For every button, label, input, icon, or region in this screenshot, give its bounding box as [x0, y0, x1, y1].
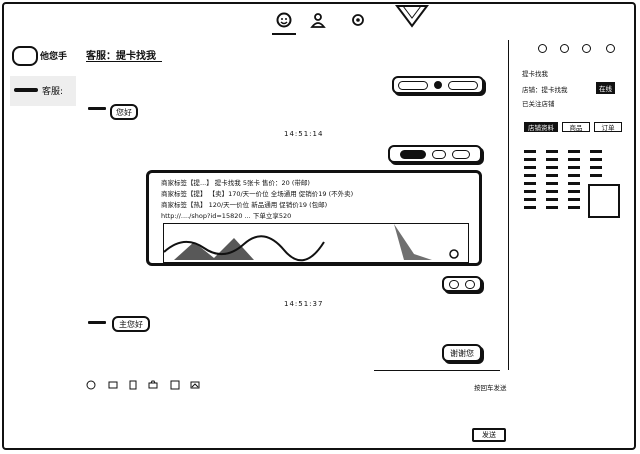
redacted-text — [432, 149, 446, 159]
shop-info: 店铺：提卡找我 — [522, 86, 568, 94]
list-row — [524, 194, 590, 201]
call-icon[interactable] — [538, 44, 547, 53]
list-row — [524, 162, 612, 169]
video-icon[interactable] — [560, 44, 569, 53]
history-icon[interactable] — [170, 380, 180, 390]
list-row — [524, 170, 612, 177]
contact-item[interactable]: 客服: — [10, 76, 76, 106]
image-icon[interactable] — [108, 380, 118, 390]
redacted-text — [465, 279, 475, 289]
list-row — [524, 178, 590, 185]
card-line: 商家标签【热】 120/天一价位 新品通用 促销价19 (包邮) — [161, 201, 328, 209]
tab-orders[interactable]: 订单 — [594, 122, 622, 132]
contact-name: 客服: — [42, 87, 64, 97]
incoming-message[interactable]: 主您好 — [112, 316, 150, 332]
list-row — [524, 186, 590, 193]
emoji-icon[interactable] — [86, 380, 96, 390]
redacted-text — [448, 80, 478, 90]
file-icon[interactable] — [128, 380, 138, 390]
active-tab-indicator — [272, 33, 296, 35]
chat-icon[interactable] — [276, 12, 292, 28]
card-link[interactable]: http://..../shop?id=15820 ... 下单立享520 — [161, 210, 291, 220]
outgoing-message[interactable]: 谢谢您 — [442, 344, 482, 362]
card-line: 商家标签【提...】 提卡找我 5张卡 售价：20 (带邮) — [161, 179, 310, 187]
product-image — [163, 223, 469, 263]
chat-title: 客服：提卡找我 — [86, 51, 156, 62]
tab-products[interactable]: 商品 — [562, 122, 590, 132]
sidebar: 他您手 客服: — [6, 40, 78, 445]
outgoing-message[interactable] — [442, 276, 482, 292]
redacted-text — [398, 80, 428, 90]
redacted-text — [449, 279, 459, 289]
logo — [12, 46, 38, 66]
folder-icon[interactable] — [582, 44, 591, 53]
separator-dot — [434, 81, 442, 89]
message-text: 您好 — [116, 107, 132, 117]
timestamp: 14:51:14 — [284, 130, 324, 138]
shop-sub: 已关注店铺 — [522, 100, 555, 108]
agent-nick — [88, 321, 106, 324]
title-underline — [86, 61, 162, 62]
top-navigation — [0, 0, 640, 38]
timestamp: 14:51:37 — [284, 300, 324, 308]
more-icon[interactable] — [190, 380, 200, 390]
list-row — [524, 146, 612, 153]
agent-nick — [88, 107, 106, 110]
settings-icon[interactable] — [350, 12, 366, 28]
qr-popup[interactable] — [588, 184, 620, 218]
list-row — [524, 202, 590, 209]
product-card[interactable]: 商家标签【提...】 提卡找我 5张卡 售价：20 (带邮) 商家标签【提】 【… — [146, 170, 482, 266]
window-notch — [395, 5, 429, 28]
redacted-text — [452, 149, 470, 159]
send-button[interactable]: 发送 — [472, 428, 506, 442]
outgoing-message[interactable] — [388, 145, 482, 163]
card-line: 商家标签【提】 【卖】170/天一价位 全场通用 促销价19 (不外卖) — [161, 190, 354, 198]
redacted-text — [400, 149, 426, 159]
menu-icon[interactable] — [606, 44, 615, 53]
input-divider — [374, 370, 500, 371]
send-hint[interactable]: 按回车发送 — [474, 382, 507, 392]
avatar — [14, 88, 38, 92]
screenshot-icon[interactable] — [148, 380, 158, 390]
contacts-icon[interactable] — [310, 12, 326, 28]
incoming-message[interactable]: 您好 — [110, 104, 138, 120]
shop-status-badge[interactable]: 在线 — [596, 82, 615, 94]
right-panel-divider — [508, 40, 509, 370]
right-panel: 提卡找我 店铺：提卡找我 在线 已关注店铺 店铺资料 商品 订单 — [510, 40, 634, 290]
message-text: 主您好 — [119, 319, 143, 329]
brand-name: 他您手 — [40, 52, 68, 62]
list-row — [524, 154, 612, 161]
shop-name: 提卡找我 — [522, 70, 548, 78]
outgoing-message[interactable] — [392, 76, 484, 94]
tab-shop-info[interactable]: 店铺资料 — [524, 122, 558, 132]
message-text: 谢谢您 — [450, 348, 474, 358]
